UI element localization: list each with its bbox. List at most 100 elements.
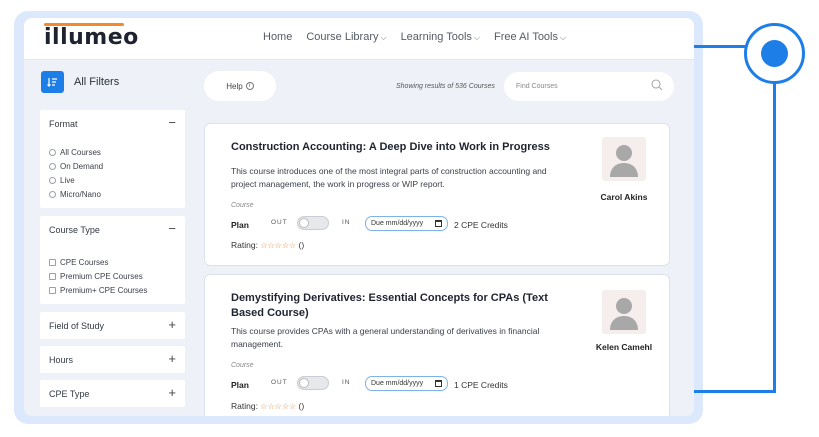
calendar-icon[interactable] [435, 380, 442, 387]
radio-button[interactable] [49, 149, 56, 156]
user-icon [610, 145, 638, 177]
option-label: Micro/Nano [60, 190, 101, 199]
expand-icon[interactable]: + [168, 317, 176, 332]
expand-icon[interactable]: + [168, 385, 176, 400]
callout-target-icon [744, 23, 805, 84]
callout-dot [761, 40, 788, 67]
course-type-label: Course [231, 202, 254, 209]
cpe-type-filter-title: CPE Type [49, 389, 90, 399]
instructor-name[interactable]: Carol Akins [584, 192, 664, 202]
due-date-input[interactable]: Due mm/dd/yyyy [365, 216, 448, 231]
plan-toggle[interactable] [297, 216, 329, 230]
user-icon [610, 298, 638, 330]
format-option-all-courses[interactable]: All Courses [49, 148, 101, 157]
expand-icon[interactable]: + [168, 351, 176, 366]
search-input[interactable]: Find Courses [504, 72, 674, 101]
due-date-input[interactable]: Due mm/dd/yyyy [365, 376, 448, 391]
out-label: OUT [271, 379, 288, 386]
rating: Rating: ☆☆☆☆☆ () [231, 240, 304, 250]
option-label: Live [60, 176, 75, 185]
plan-toggle[interactable] [297, 376, 329, 390]
course-title[interactable]: Demystifying Derivatives: Essential Conc… [231, 291, 551, 321]
browser-frame: illumeo Home Course Library ⌵ Learning To… [24, 18, 694, 416]
format-filter-title: Format [49, 119, 78, 129]
info-icon: i [245, 82, 254, 90]
chevron-down-icon: ⌵ [473, 33, 480, 42]
help-label: Help [226, 81, 243, 91]
toggle-knob [299, 218, 309, 228]
connector-line [694, 390, 776, 393]
course-type-option-premium-plus[interactable]: Premium+ CPE Courses [49, 286, 147, 295]
cpe-credits: 2 CPE Credits [454, 220, 508, 230]
filters-sidebar: All Filters Format − All Courses On Dema… [36, 63, 185, 416]
cpe-credits: 1 CPE Credits [454, 380, 508, 390]
logo-text: illumeo [44, 25, 139, 50]
rating: Rating: ☆☆☆☆☆ () [231, 401, 304, 411]
format-option-on-demand[interactable]: On Demand [49, 162, 103, 171]
in-label: IN [342, 219, 351, 226]
instructor-avatar[interactable] [602, 290, 646, 334]
course-card[interactable]: Construction Accounting: A Deep Dive int… [204, 123, 670, 266]
star-rating-icon[interactable]: ☆☆☆☆☆ [260, 241, 296, 250]
field-of-study-filter-title: Field of Study [49, 321, 105, 331]
format-option-live[interactable]: Live [49, 176, 75, 185]
hours-filter-title: Hours [49, 355, 74, 365]
course-type-option-cpe[interactable]: CPE Courses [49, 258, 108, 267]
format-option-micro-nano[interactable]: Micro/Nano [49, 190, 101, 199]
results-count: Showing results of 536 Courses [396, 83, 495, 90]
course-type-label: Course [231, 362, 254, 369]
toggle-knob [299, 378, 309, 388]
format-filter: Format − All Courses On Demand Live Micr… [40, 110, 185, 208]
nav-free-ai-tools[interactable]: Free AI Tools ⌵ [494, 31, 566, 43]
instructor-avatar[interactable] [602, 137, 646, 181]
instructor-name[interactable]: Kelen Camehl [584, 342, 664, 352]
nav-course-library[interactable]: Course Library ⌵ [306, 31, 386, 43]
nav-learning-tools-label: Learning Tools [400, 31, 472, 43]
help-button[interactable]: Help i [204, 71, 276, 101]
calendar-icon[interactable] [435, 220, 442, 227]
due-date-placeholder: Due mm/dd/yyyy [371, 220, 424, 227]
search-icon[interactable] [651, 79, 663, 91]
nav-home-label: Home [263, 31, 293, 43]
course-description: This course provides CPAs with a general… [231, 326, 540, 349]
connector-line [773, 80, 776, 393]
illumeo-logo[interactable]: illumeo [44, 23, 139, 50]
star-rating-icon[interactable]: ☆☆☆☆☆ [260, 402, 296, 411]
option-label: Premium CPE Courses [60, 272, 143, 281]
course-type-filter-title: Course Type [49, 225, 100, 235]
logo-accent-bar [44, 23, 124, 26]
radio-button[interactable] [49, 191, 56, 198]
field-of-study-filter[interactable]: Field of Study + [40, 312, 185, 339]
chevron-down-icon: ⌵ [560, 33, 567, 42]
collapse-icon[interactable]: − [168, 115, 176, 130]
option-label: CPE Courses [60, 258, 109, 267]
course-card[interactable]: Demystifying Derivatives: Essential Conc… [204, 274, 670, 416]
collapse-icon[interactable]: − [168, 221, 176, 236]
course-title[interactable]: Construction Accounting: A Deep Dive int… [231, 140, 551, 155]
cpe-type-filter[interactable]: CPE Type + [40, 380, 185, 407]
checkbox[interactable] [49, 259, 56, 266]
sort-filter-icon[interactable] [41, 71, 64, 93]
chevron-down-icon: ⌵ [380, 33, 387, 42]
out-label: OUT [271, 219, 288, 226]
rating-label: Rating: [231, 240, 258, 250]
in-label: IN [342, 379, 351, 386]
rating-label: Rating: [231, 401, 258, 411]
course-type-option-premium[interactable]: Premium CPE Courses [49, 272, 143, 281]
nav-course-library-label: Course Library [306, 31, 379, 43]
all-filters-header[interactable]: All Filters [41, 71, 119, 93]
nav-learning-tools[interactable]: Learning Tools ⌵ [401, 31, 480, 43]
nav-home[interactable]: Home [263, 31, 292, 43]
search-placeholder: Find Courses [516, 83, 558, 90]
checkbox[interactable] [49, 287, 56, 294]
hours-filter[interactable]: Hours + [40, 346, 185, 373]
site-header: illumeo Home Course Library ⌵ Learning To… [24, 18, 694, 60]
due-date-placeholder: Due mm/dd/yyyy [371, 380, 424, 387]
course-description: This course introduces one of the most i… [231, 166, 547, 189]
rating-count: () [298, 240, 305, 250]
checkbox[interactable] [49, 273, 56, 280]
radio-button[interactable] [49, 177, 56, 184]
radio-button[interactable] [49, 163, 56, 170]
plan-label: Plan [231, 220, 249, 230]
plan-label: Plan [231, 380, 249, 390]
